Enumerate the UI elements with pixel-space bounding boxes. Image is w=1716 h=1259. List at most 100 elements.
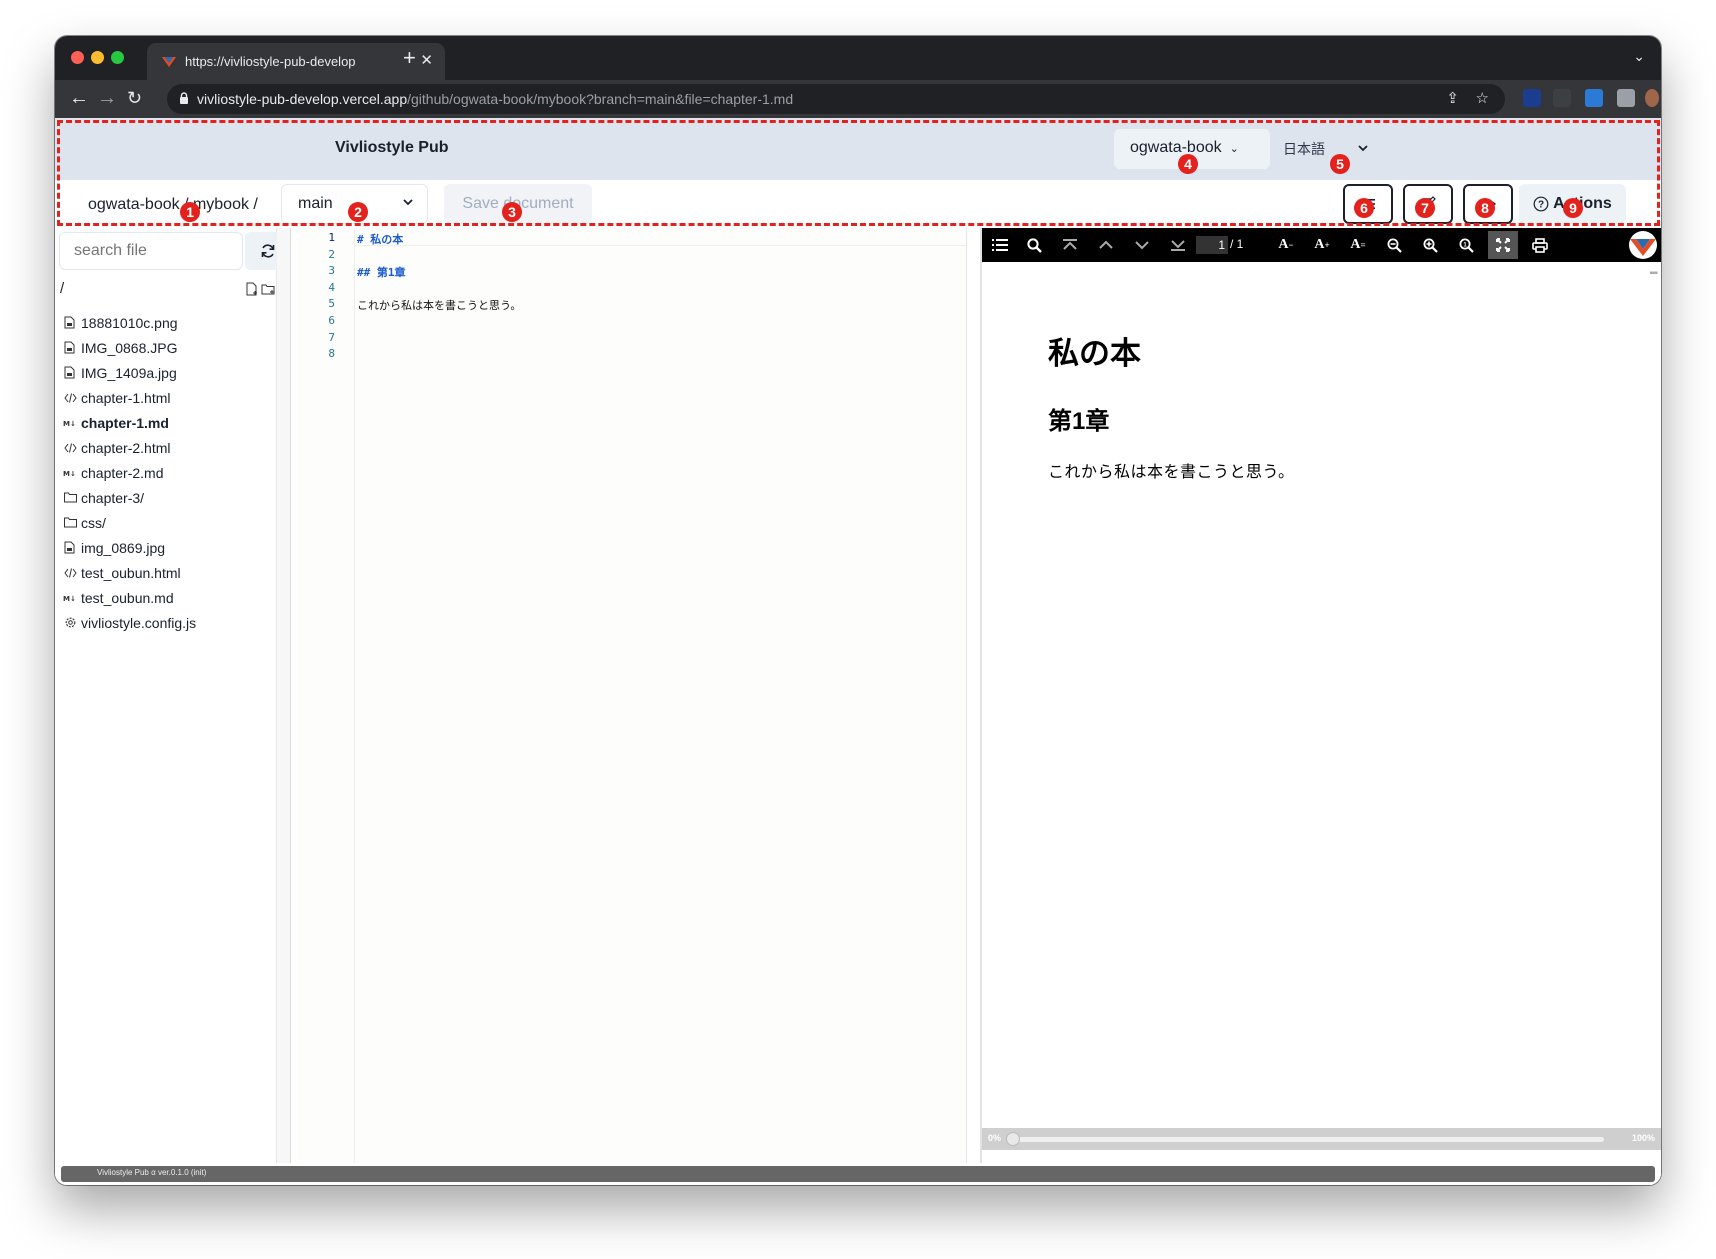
file-item[interactable]: img_0869.jpg bbox=[63, 535, 273, 560]
extensions-puzzle-icon[interactable] bbox=[1617, 89, 1635, 107]
progress-track[interactable] bbox=[1012, 1137, 1604, 1142]
line-number: 4 bbox=[328, 280, 335, 294]
file-name: chapter-3/ bbox=[81, 489, 145, 506]
close-tab-icon[interactable]: ✕ bbox=[420, 51, 433, 69]
bookmark-star-icon[interactable]: ☆ bbox=[1476, 89, 1489, 107]
file-item[interactable]: IMG_1409a.jpg bbox=[63, 360, 273, 385]
vivliostyle-favicon-icon bbox=[162, 57, 176, 67]
file-item[interactable]: M↓ test_oubun.md bbox=[63, 585, 273, 610]
url-path: /github/ogwata-book/mybook?branch=main&f… bbox=[407, 91, 794, 107]
markdown-editor[interactable]: 1 2 3 4 5 6 7 8 # 私の本 ## 第1章 これから私は本を書こうと思う。 bbox=[297, 228, 977, 1163]
file-name: IMG_0868.JPG bbox=[81, 339, 178, 356]
url-bar[interactable]: vivliostyle-pub-develop.vercel.app/githu… bbox=[167, 84, 1505, 114]
toc-list-icon[interactable] bbox=[988, 234, 1012, 256]
file-name: test_oubun.md bbox=[81, 589, 174, 606]
annotation-marker-1: 1 bbox=[180, 202, 200, 222]
file-name: css/ bbox=[81, 514, 106, 531]
root-directory-label: / bbox=[60, 280, 65, 297]
file-item[interactable]: chapter-2.html bbox=[63, 435, 273, 460]
fit-page-icon[interactable] bbox=[1488, 231, 1518, 259]
new-tab-button[interactable]: + bbox=[403, 45, 416, 71]
viewer-menu-dots-icon[interactable]: ▪▪▪ bbox=[1649, 268, 1658, 279]
file-name: chapter-1.md bbox=[81, 414, 169, 431]
document-heading-2: 第1章 bbox=[1048, 408, 1110, 435]
file-name: img_0869.jpg bbox=[81, 539, 166, 556]
extension-translate-icon[interactable] bbox=[1585, 89, 1603, 107]
profile-avatar[interactable] bbox=[1645, 89, 1659, 107]
browser-tab-bar: https://vivliostyle-pub-develop ✕ + ⌄ bbox=[55, 36, 1661, 80]
font-size-decrease-icon[interactable]: A − bbox=[1274, 234, 1298, 256]
code-file-icon bbox=[63, 391, 77, 405]
forward-arrow-icon[interactable]: → bbox=[97, 86, 117, 110]
next-page-icon[interactable] bbox=[1130, 234, 1154, 256]
branch-name: main bbox=[298, 195, 333, 212]
file-item[interactable]: css/ bbox=[63, 510, 273, 535]
progress-min-label: 0% bbox=[988, 1133, 1002, 1143]
new-folder-icon[interactable] bbox=[261, 282, 275, 296]
status-bar: Vivliostyle Pub α ver.0.1.0 (init) bbox=[55, 1163, 1661, 1185]
file-item[interactable]: 18881010c.png bbox=[63, 310, 273, 335]
file-item[interactable]: M↓ chapter-1.md bbox=[63, 410, 273, 435]
page-progress-bar: 0% 100% bbox=[982, 1128, 1661, 1150]
zoom-actual-size-icon[interactable]: 1 bbox=[1454, 234, 1478, 256]
file-explorer: / 18881010c.png IMG_0868.JPG IMG_1409a.jpg… bbox=[55, 228, 291, 1163]
file-item[interactable]: chapter-1.html bbox=[63, 385, 273, 410]
tab-search-chevron-icon[interactable]: ⌄ bbox=[1633, 48, 1645, 65]
font-size-increase-icon[interactable]: A + bbox=[1310, 234, 1334, 256]
browser-window: https://vivliostyle-pub-develop ✕ + ⌄ ← … bbox=[55, 36, 1661, 1185]
line-number: 8 bbox=[328, 347, 335, 361]
zoom-in-icon[interactable] bbox=[1418, 234, 1442, 256]
extension-key-icon[interactable] bbox=[1523, 89, 1541, 107]
page-number-input[interactable]: 1 bbox=[1196, 236, 1228, 254]
close-window-button[interactable] bbox=[71, 51, 84, 64]
document-heading-1: 私の本 bbox=[1048, 336, 1141, 371]
line-number: 7 bbox=[328, 330, 335, 344]
annotation-marker-7: 7 bbox=[1415, 198, 1435, 218]
line-number: 6 bbox=[328, 314, 335, 327]
image-file-icon bbox=[63, 316, 77, 330]
search-icon[interactable] bbox=[1022, 234, 1046, 256]
language-select[interactable]: 日本語 bbox=[1283, 139, 1325, 159]
previous-page-icon[interactable] bbox=[1094, 234, 1118, 256]
editor-scrollbar[interactable] bbox=[966, 228, 980, 1163]
account-name: ogwata-book bbox=[1130, 139, 1222, 156]
file-item[interactable]: vivliostyle.config.js bbox=[63, 610, 273, 635]
current-line-highlight bbox=[355, 228, 977, 246]
progress-slider-handle[interactable] bbox=[1006, 1132, 1020, 1146]
print-icon[interactable] bbox=[1528, 234, 1552, 256]
file-item[interactable]: M↓ chapter-2.md bbox=[63, 460, 273, 485]
vivliostyle-logo-icon bbox=[1629, 231, 1657, 259]
gear-icon bbox=[63, 616, 77, 630]
chevron-down-icon bbox=[1358, 145, 1368, 152]
file-item[interactable]: chapter-3/ bbox=[63, 485, 273, 510]
page-total: / 1 bbox=[1230, 237, 1244, 251]
sidebar-scrollbar[interactable] bbox=[277, 228, 291, 1163]
app-title: Vivliostyle Pub bbox=[335, 139, 449, 156]
minimize-window-button[interactable] bbox=[91, 51, 104, 64]
file-item[interactable]: IMG_0868.JPG bbox=[63, 335, 273, 360]
lock-icon bbox=[180, 92, 188, 104]
chevron-down-icon: ⌄ bbox=[1229, 143, 1239, 155]
last-page-icon[interactable] bbox=[1166, 234, 1190, 256]
back-arrow-icon[interactable]: ← bbox=[69, 86, 89, 110]
annotation-marker-4: 4 bbox=[1178, 154, 1198, 174]
share-icon[interactable]: ⇪ bbox=[1446, 89, 1459, 107]
reload-icon[interactable]: ↻ bbox=[127, 86, 142, 110]
search-file-input[interactable] bbox=[59, 232, 243, 270]
extension-search-icon[interactable] bbox=[1553, 89, 1571, 107]
first-page-icon[interactable] bbox=[1058, 234, 1082, 256]
zoom-out-icon[interactable] bbox=[1382, 234, 1406, 256]
line-number-gutter: 1 2 3 4 5 6 7 8 bbox=[297, 228, 355, 1163]
font-size-reset-icon[interactable]: A = bbox=[1346, 234, 1370, 256]
new-file-icon[interactable] bbox=[245, 282, 259, 296]
rendered-document: 私の本 第1章 これから私は本を書こうと思う。 bbox=[1048, 328, 1608, 482]
version-label: Vivliostyle Pub α ver.0.1.0 (init) bbox=[97, 1168, 207, 1177]
annotation-marker-3: 3 bbox=[502, 202, 522, 222]
browser-tab[interactable]: https://vivliostyle-pub-develop ✕ bbox=[147, 43, 445, 80]
line-number: 1 bbox=[328, 231, 335, 244]
file-item[interactable]: test_oubun.html bbox=[63, 560, 273, 585]
file-name: 18881010c.png bbox=[81, 314, 178, 331]
app-header: Vivliostyle Pub ogwata-book ⌄ 日本語 bbox=[55, 118, 1661, 180]
image-file-icon bbox=[63, 366, 77, 380]
zoom-window-button[interactable] bbox=[111, 51, 124, 64]
